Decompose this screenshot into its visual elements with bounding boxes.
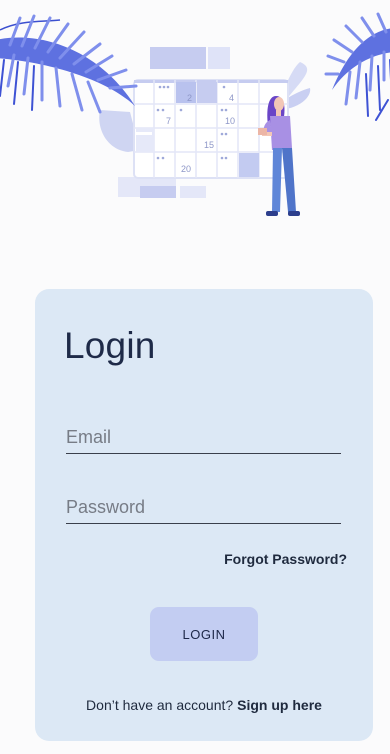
palm-leaves-right	[324, 12, 390, 121]
forgot-password-link[interactable]: Forgot Password?	[224, 551, 347, 567]
login-card: Login Forgot Password? LOGIN Don’t have …	[35, 289, 373, 741]
signup-row: Don’t have an account? Sign up here	[35, 697, 373, 713]
email-underline	[66, 452, 341, 454]
no-account-text: Don’t have an account?	[86, 697, 234, 713]
calendar-day-15: 15	[204, 140, 214, 150]
password-input[interactable]	[66, 494, 341, 520]
palm-leaves-left	[0, 14, 138, 114]
calendar-day-10: 10	[225, 116, 235, 126]
hero-illustration: 2 4 7 10 15 20	[0, 0, 390, 235]
password-underline	[66, 522, 341, 524]
calendar-illustration: 2 4 7 10 15 20	[0, 12, 390, 216]
calendar-day-2: 2	[187, 93, 192, 103]
calendar-day-20: 20	[181, 164, 191, 174]
calendar-day-7: 7	[166, 116, 171, 126]
login-title: Login	[64, 325, 156, 366]
login-button[interactable]: LOGIN	[150, 607, 258, 661]
email-input[interactable]	[66, 424, 341, 450]
calendar-day-4: 4	[229, 93, 234, 103]
password-field-container	[66, 494, 341, 524]
email-field-container	[66, 424, 341, 454]
signup-link[interactable]: Sign up here	[237, 697, 322, 713]
